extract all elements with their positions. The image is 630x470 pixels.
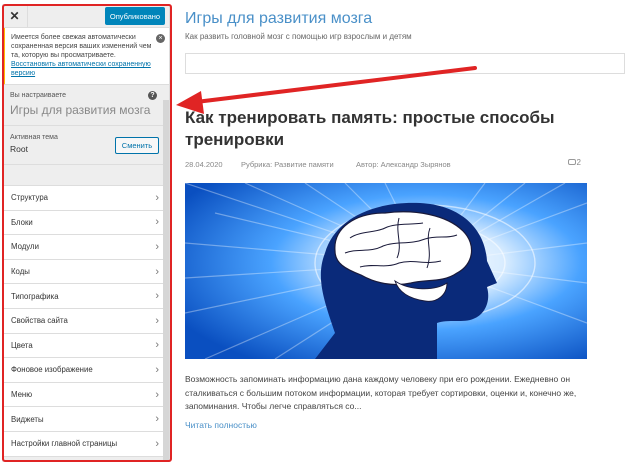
comments-number: 2: [576, 158, 581, 167]
chevron-right-icon: ›: [155, 265, 159, 278]
menu-item-label: Меню: [11, 390, 33, 400]
menu-item-site-identity[interactable]: Свойства сайта ›: [2, 308, 169, 334]
menu-item-label: Цвета: [11, 340, 33, 350]
customizing-info: Вы настраиваете Игры для развития мозга …: [2, 85, 169, 126]
chevron-right-icon: ›: [155, 240, 159, 253]
menu-item-codes[interactable]: Коды ›: [2, 259, 169, 285]
chevron-right-icon: ›: [155, 437, 159, 450]
chevron-right-icon: ›: [155, 314, 159, 327]
menu-item-label: Коды: [11, 267, 30, 277]
restore-autosave-link[interactable]: Восстановить автоматически сохраненную в…: [11, 60, 153, 78]
chevron-right-icon: ›: [155, 191, 159, 204]
site-title[interactable]: Игры для развития мозга: [185, 10, 372, 28]
post-date: 28.04.2020: [185, 160, 223, 169]
menu-item-structure[interactable]: Структура ›: [2, 186, 169, 211]
post-category[interactable]: Рубрика: Развитие памяти: [241, 160, 334, 169]
post-title[interactable]: Как тренировать память: простые способы …: [185, 107, 565, 151]
chevron-right-icon: ›: [155, 290, 159, 303]
help-icon[interactable]: ?: [148, 91, 157, 100]
menu-item-label: Блоки: [11, 217, 33, 227]
post-author: Автор: Александр Зырянов: [356, 160, 451, 169]
customizing-site-name: Игры для развития мозга: [10, 103, 151, 117]
comment-icon: [567, 159, 576, 165]
chevron-right-icon: ›: [155, 413, 159, 426]
site-preview: Игры для развития мозга Как развить голо…: [173, 0, 630, 470]
close-icon[interactable]: ✕: [2, 4, 28, 28]
notice-text: Имеется более свежая автоматически сохра…: [11, 34, 152, 59]
menu-item-label: Структура: [11, 193, 48, 203]
customizing-label: Вы настраиваете: [10, 92, 67, 99]
chevron-right-icon: ›: [155, 363, 159, 376]
chevron-right-icon: ›: [155, 216, 159, 229]
autosave-notice: Имеется более свежая автоматически сохра…: [2, 28, 169, 85]
post-featured-image[interactable]: [185, 183, 587, 359]
chevron-right-icon: ›: [155, 388, 159, 401]
menu-item-label: Виджеты: [11, 414, 44, 424]
menu-item-label: Свойства сайта: [11, 316, 68, 326]
menu-item-background-image[interactable]: Фоновое изображение ›: [2, 358, 169, 383]
panel-scrollbar[interactable]: [163, 100, 169, 460]
navigation-bar: [185, 53, 625, 74]
menu-item-homepage-settings[interactable]: Настройки главной страницы ›: [2, 431, 169, 457]
menu-item-menus[interactable]: Меню ›: [2, 382, 169, 408]
active-theme-section: Активная тема Root Сменить: [2, 126, 169, 165]
change-theme-button[interactable]: Сменить: [115, 137, 159, 154]
menu-item-modules[interactable]: Модули ›: [2, 235, 169, 260]
screenshot-root: Игры для развития мозга Как развить голо…: [0, 0, 630, 470]
menu-item-colors[interactable]: Цвета ›: [2, 333, 169, 359]
menu-item-label: Модули: [11, 242, 39, 252]
menu-item-label: Типографика: [11, 291, 59, 301]
menu-item-label: Фоновое изображение: [11, 365, 93, 375]
menu-item-label: Настройки главной страницы: [11, 439, 118, 449]
post-excerpt: Возможность запоминать информацию дана к…: [185, 374, 577, 411]
customizer-header: ✕ Опубликовано: [2, 4, 169, 28]
menu-item-typography[interactable]: Типографика ›: [2, 284, 169, 309]
menu-item-blocks[interactable]: Блоки ›: [2, 210, 169, 236]
dismiss-icon[interactable]: ×: [156, 34, 165, 43]
menu-item-widgets[interactable]: Виджеты ›: [2, 407, 169, 432]
read-more-link[interactable]: Читать полностью: [185, 420, 257, 430]
site-description: Как развить головной мозг с помощью игр …: [185, 32, 412, 41]
customizer-menu: Структура › Блоки › Модули › Коды › Типограф…: [2, 185, 169, 457]
publish-button[interactable]: Опубликовано: [105, 7, 165, 25]
customizer-panel: ✕ Опубликовано Имеется более свежая авто…: [2, 4, 170, 462]
brain-head-illustration: [185, 183, 587, 359]
chevron-right-icon: ›: [155, 339, 159, 352]
comments-count[interactable]: 2: [567, 158, 581, 167]
